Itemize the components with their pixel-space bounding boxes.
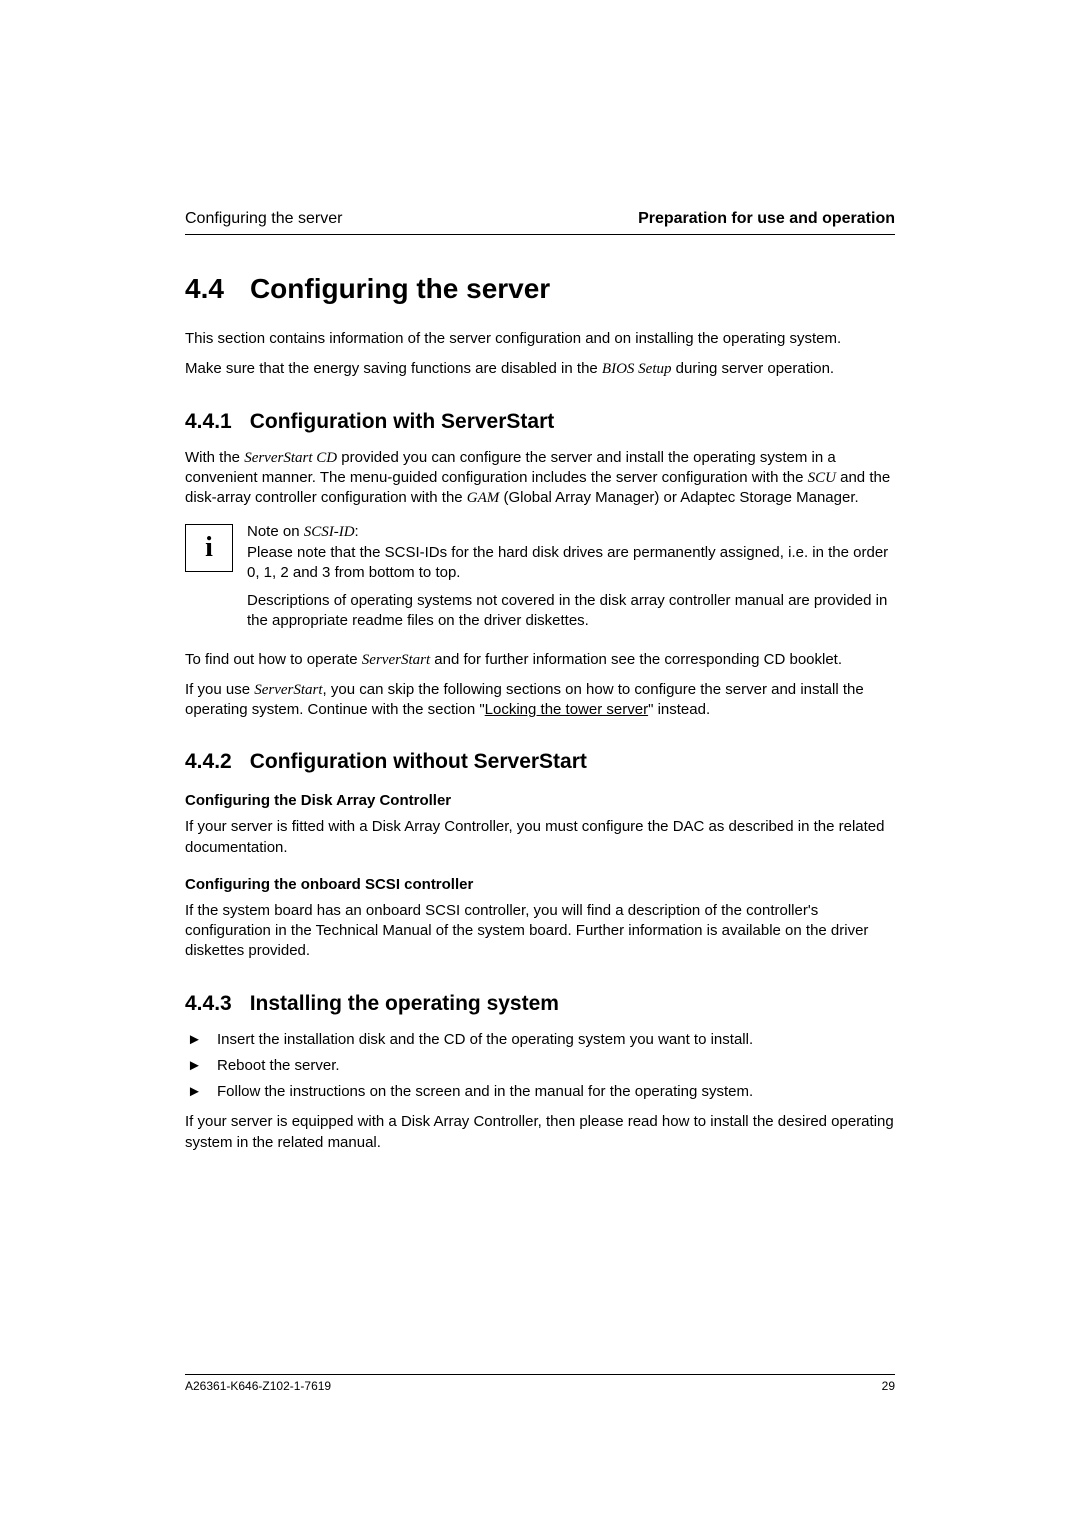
step-2: ► Reboot the server. [185, 1056, 895, 1076]
footer-page-number: 29 [882, 1379, 895, 1393]
info-note-box: i Note on SCSI-ID: Please note that the … [185, 522, 895, 639]
triangle-bullet-icon: ► [185, 1030, 217, 1050]
heading-title: Configuring the server [250, 273, 550, 304]
link-locking-tower-server[interactable]: Locking the tower server [485, 701, 648, 718]
heading-title: Configuration with ServerStart [250, 410, 555, 433]
heading-number: 4.4.2 [185, 750, 232, 774]
intro-paragraph-2: Make sure that the energy saving functio… [185, 359, 895, 379]
intro-paragraph-1: This section contains information of the… [185, 329, 895, 349]
subheading-dac: Configuring the Disk Array Controller [185, 792, 895, 809]
heading-4-4-2: 4.4.2 Configuration without ServerStart [185, 750, 895, 774]
info-icon: i [185, 524, 233, 572]
heading-4-4-1: 4.4.1 Configuration with ServerStart [185, 410, 895, 434]
section-441-paragraph: With the ServerStart CD provided you can… [185, 448, 895, 509]
heading-4-4: 4.4 Configuring the server [185, 273, 895, 305]
heading-number: 4.4.3 [185, 992, 232, 1016]
step-text: Follow the instructions on the screen an… [217, 1082, 753, 1102]
footer-doc-id: A26361-K646-Z102-1-7619 [185, 1379, 331, 1393]
step-text: Insert the installation disk and the CD … [217, 1030, 753, 1050]
note-line-2: Descriptions of operating systems not co… [247, 591, 895, 632]
step-text: Reboot the server. [217, 1056, 340, 1076]
heading-4-4-3: 4.4.3 Installing the operating system [185, 992, 895, 1016]
note-line-1: Note on SCSI-ID: Please note that the SC… [247, 522, 895, 583]
heading-number: 4.4 [185, 273, 224, 305]
step-3: ► Follow the instructions on the screen … [185, 1082, 895, 1102]
triangle-bullet-icon: ► [185, 1082, 217, 1102]
subheading-scsi-paragraph: If the system board has an onboard SCSI … [185, 901, 895, 962]
step-1: ► Insert the installation disk and the C… [185, 1030, 895, 1050]
triangle-bullet-icon: ► [185, 1056, 217, 1076]
subheading-scsi: Configuring the onboard SCSI controller [185, 876, 895, 893]
section-441-paragraph-3: If you use ServerStart, you can skip the… [185, 680, 895, 721]
header-right: Preparation for use and operation [638, 210, 895, 228]
heading-number: 4.4.1 [185, 410, 232, 434]
header-left: Configuring the server [185, 210, 342, 228]
section-441-paragraph-2: To find out how to operate ServerStart a… [185, 650, 895, 670]
page-header: Configuring the server Preparation for u… [185, 210, 895, 235]
heading-title: Installing the operating system [250, 992, 559, 1015]
section-443-tail: If your server is equipped with a Disk A… [185, 1112, 895, 1153]
document-page: Configuring the server Preparation for u… [0, 0, 1080, 1263]
page-footer: A26361-K646-Z102-1-7619 29 [185, 1374, 895, 1393]
info-note-body: Note on SCSI-ID: Please note that the SC… [247, 522, 895, 639]
heading-title: Configuration without ServerStart [250, 750, 587, 773]
subheading-dac-paragraph: If your server is fitted with a Disk Arr… [185, 817, 895, 858]
